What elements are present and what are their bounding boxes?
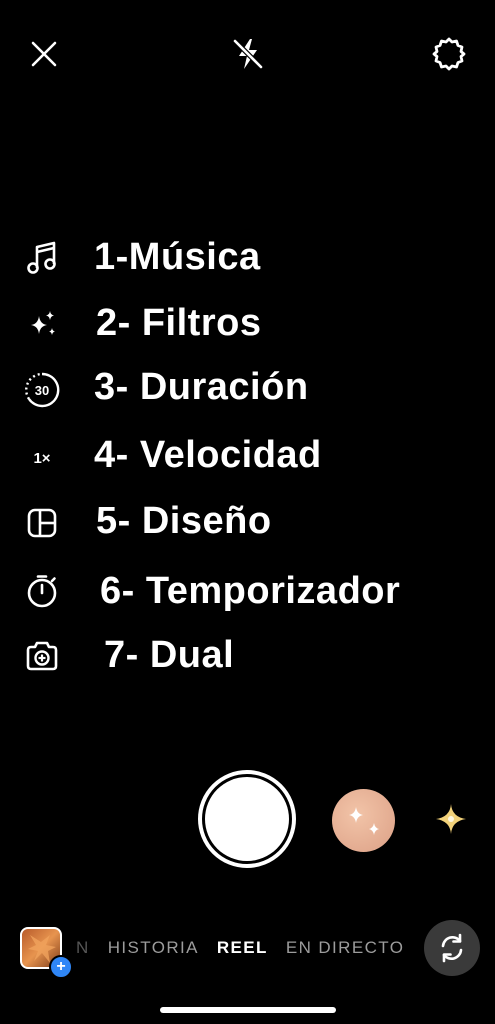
mode-reel[interactable]: REEL	[217, 938, 268, 958]
speed-icon: 1×	[33, 449, 51, 467]
settings-button[interactable]	[429, 34, 469, 74]
menu-label-speed: 4- Velocidad	[94, 434, 322, 476]
shutter-button[interactable]	[198, 770, 296, 868]
duration-icon: 30	[25, 372, 60, 408]
mode-selector: N HISTORIA REEL EN DIRECTO	[76, 938, 404, 958]
gallery-add-icon: +	[49, 955, 73, 979]
duration-value: 30	[35, 383, 49, 398]
sparkle-effect-icon	[436, 804, 466, 834]
menu-label-layout: 5- Diseño	[96, 500, 272, 542]
filters-button[interactable]	[22, 304, 62, 344]
flash-toggle-button[interactable]	[228, 34, 268, 74]
dual-camera-icon	[26, 641, 58, 671]
effect-sparkle-button[interactable]	[432, 800, 470, 843]
flip-camera-button[interactable]	[424, 920, 480, 976]
timer-button[interactable]	[22, 571, 62, 611]
music-button[interactable]	[22, 238, 62, 278]
flash-off-icon	[233, 39, 263, 69]
mode-historia[interactable]: HISTORIA	[108, 938, 199, 958]
speed-button[interactable]: 1×	[22, 438, 62, 478]
menu-label-dual: 7- Dual	[104, 634, 235, 676]
dual-button[interactable]	[22, 636, 62, 676]
close-icon	[31, 41, 57, 67]
shutter-inner	[205, 777, 289, 861]
duration-button[interactable]: 30	[22, 370, 62, 410]
close-button[interactable]	[24, 34, 64, 74]
effect-sparkle-icon	[349, 807, 379, 835]
effect-button[interactable]	[332, 789, 395, 852]
gear-icon	[432, 37, 466, 71]
sparkles-icon	[31, 311, 55, 335]
timer-icon	[27, 575, 57, 608]
layout-icon	[27, 508, 57, 538]
mode-en-directo[interactable]: EN DIRECTO	[286, 938, 405, 958]
menu-label-duration: 3- Duración	[94, 366, 309, 408]
layout-button[interactable]	[22, 503, 62, 543]
mode-partial[interactable]: N	[76, 938, 90, 958]
menu-label-timer: 6- Temporizador	[100, 570, 401, 612]
menu-label-music: 1-Música	[94, 236, 261, 278]
home-indicator[interactable]	[160, 1007, 336, 1013]
menu-label-filters: 2- Filtros	[96, 302, 262, 344]
flip-camera-icon	[441, 933, 463, 963]
music-note-icon	[27, 241, 56, 274]
